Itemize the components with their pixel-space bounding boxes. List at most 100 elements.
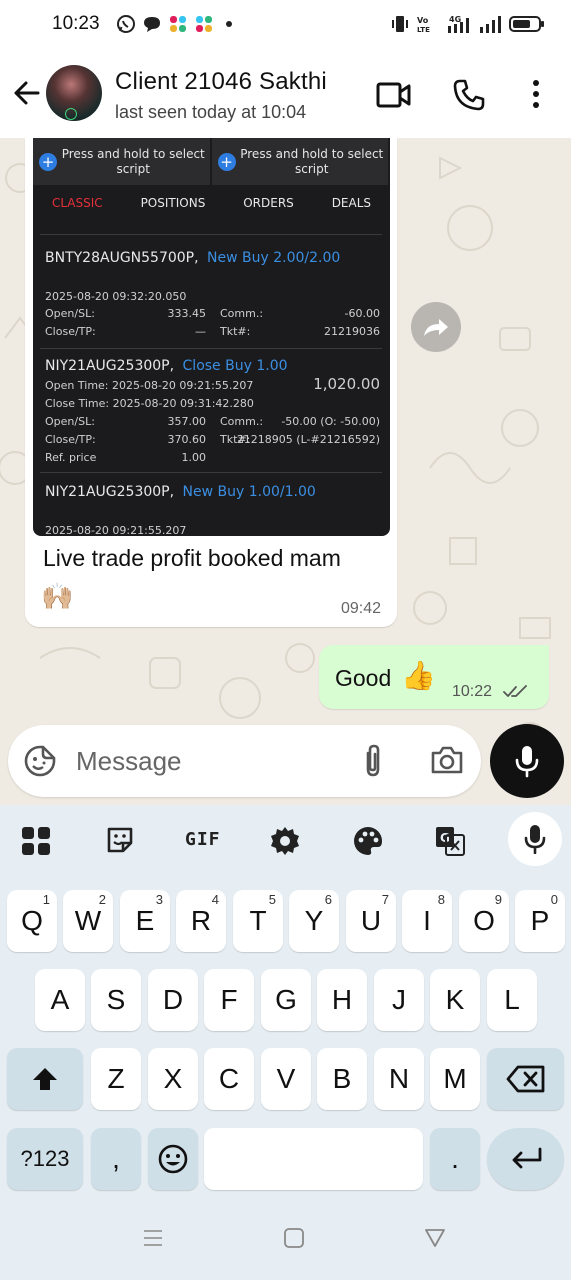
- trade2-ref-label: Ref. price: [45, 451, 97, 464]
- trade2-open-time: Open Time: 2025-08-20 09:21:55.207: [45, 379, 254, 392]
- svg-text:G: G: [440, 831, 450, 845]
- message-composer: [8, 725, 481, 797]
- period-key[interactable]: .: [430, 1128, 480, 1190]
- status-right: Vo LTE 4G: [391, 14, 545, 34]
- more-options-icon[interactable]: [526, 78, 546, 112]
- status-time: 10:23: [52, 13, 100, 34]
- key-m[interactable]: M: [430, 1048, 480, 1110]
- home-icon[interactable]: [283, 1227, 305, 1249]
- trade2-action: Close Buy 1.00: [182, 358, 288, 374]
- comma-key[interactable]: ,: [91, 1128, 141, 1190]
- screenshot-tab-deals: DEALS: [331, 196, 372, 210]
- thumbs-up-emoji: 👍: [401, 660, 436, 691]
- key-h[interactable]: H: [317, 969, 367, 1031]
- space-key[interactable]: [204, 1128, 423, 1190]
- key-k[interactable]: K: [430, 969, 480, 1031]
- emoji-key[interactable]: [148, 1128, 198, 1190]
- chat-area[interactable]: + Press and hold to select script + Pres…: [0, 138, 571, 805]
- video-call-icon[interactable]: [376, 80, 412, 110]
- key-n[interactable]: N: [374, 1048, 424, 1110]
- key-b[interactable]: B: [317, 1048, 367, 1110]
- outgoing-text: Good: [335, 665, 392, 691]
- backspace-key[interactable]: [487, 1048, 564, 1110]
- key-p[interactable]: P0: [515, 890, 565, 952]
- trade1-close-label: Close/TP:: [45, 325, 96, 338]
- voice-typing-button[interactable]: [508, 812, 562, 866]
- gif-button[interactable]: GIF: [185, 829, 221, 850]
- trade1-comm-label: Comm.:: [220, 307, 264, 320]
- sticker-emoji-icon[interactable]: [23, 744, 57, 778]
- shift-key[interactable]: [7, 1048, 83, 1110]
- divider: [40, 234, 382, 235]
- key-o[interactable]: O9: [459, 890, 509, 952]
- forward-button[interactable]: [411, 302, 461, 352]
- key-y[interactable]: Y6: [289, 890, 339, 952]
- svg-text:Vo: Vo: [417, 16, 429, 25]
- key-v[interactable]: V: [261, 1048, 311, 1110]
- trade2-open-value: 357.00: [167, 415, 207, 428]
- trade2-row: NIY21AUG25300P, Close Buy 1.00: [45, 358, 288, 374]
- apps-grid-icon[interactable]: [20, 825, 52, 857]
- key-l[interactable]: L: [487, 969, 537, 1031]
- key-s[interactable]: S: [91, 969, 141, 1031]
- phone-call-icon[interactable]: [452, 78, 486, 112]
- key-e[interactable]: E3: [120, 890, 170, 952]
- microphone-icon: [524, 825, 546, 854]
- camera-icon[interactable]: [430, 745, 464, 775]
- back-arrow-icon[interactable]: [10, 76, 44, 110]
- key-a[interactable]: A: [35, 969, 85, 1031]
- trade2-symbol: NIY21AUG25300P,: [45, 358, 175, 374]
- slack-icon-2: [196, 16, 212, 32]
- outgoing-message[interactable]: Good 👍 10:22: [319, 645, 549, 709]
- sticker-icon[interactable]: [105, 825, 135, 855]
- key-t[interactable]: T5: [233, 890, 283, 952]
- key-g[interactable]: G: [261, 969, 311, 1031]
- trade1-symbol: BNTY28AUGN55700P,: [45, 250, 199, 266]
- emoji-smiley-icon: [158, 1144, 188, 1174]
- message-input[interactable]: [76, 725, 346, 797]
- contact-avatar[interactable]: [46, 65, 102, 121]
- key-d[interactable]: D: [148, 969, 198, 1031]
- read-receipt-icon: [503, 685, 527, 697]
- keyboard-toolbar: GIF G: [0, 805, 571, 875]
- raising-hands-emoji: 🙌🏼: [41, 581, 74, 611]
- microphone-icon: [515, 746, 539, 778]
- key-f[interactable]: F: [204, 969, 254, 1031]
- theme-palette-icon[interactable]: [352, 825, 384, 857]
- svg-text:LTE: LTE: [417, 26, 430, 34]
- key-z[interactable]: Z: [91, 1048, 141, 1110]
- symbols-key[interactable]: ?123: [7, 1128, 83, 1190]
- recents-menu-icon[interactable]: [143, 1228, 163, 1248]
- key-u[interactable]: U7: [346, 890, 396, 952]
- key-r[interactable]: R4: [176, 890, 226, 952]
- trade1-action: New Buy 2.00/2.00: [207, 250, 341, 266]
- voice-record-button[interactable]: [490, 724, 564, 798]
- enter-key[interactable]: [487, 1128, 564, 1190]
- notification-icons: [116, 14, 232, 34]
- system-nav-bar: [0, 1200, 571, 1280]
- key-x[interactable]: X: [148, 1048, 198, 1110]
- key-c[interactable]: C: [204, 1048, 254, 1110]
- trade1-tkt-value: 21219036: [324, 325, 380, 338]
- key-q[interactable]: Q1: [7, 890, 57, 952]
- divider: [40, 348, 382, 349]
- screenshot-search-left: + Press and hold to select script: [33, 138, 210, 185]
- forward-icon: [424, 319, 448, 336]
- translate-icon[interactable]: G: [434, 825, 466, 857]
- shift-icon: [33, 1068, 57, 1090]
- trade2-close-time: Close Time: 2025-08-20 09:31:42.280: [45, 397, 254, 410]
- key-j[interactable]: J: [374, 969, 424, 1031]
- trade2-tkt-value: 21218905 (L-#21216592): [236, 433, 380, 446]
- incoming-message[interactable]: + Press and hold to select script + Pres…: [25, 138, 397, 627]
- trade3-action: New Buy 1.00/1.00: [182, 484, 316, 500]
- settings-gear-icon[interactable]: [269, 825, 301, 857]
- key-w[interactable]: W2: [63, 890, 113, 952]
- back-triangle-icon[interactable]: [424, 1228, 446, 1248]
- svg-text:4G: 4G: [449, 15, 461, 24]
- key-i[interactable]: I8: [402, 890, 452, 952]
- trade-screenshot[interactable]: + Press and hold to select script + Pres…: [33, 138, 390, 536]
- trade2-comm-value: -50.00 (O: -50.00): [281, 415, 380, 428]
- signal-icon: [480, 16, 501, 33]
- contact-name[interactable]: Client 21046 Sakthi: [115, 68, 327, 96]
- attach-icon[interactable]: [360, 743, 386, 779]
